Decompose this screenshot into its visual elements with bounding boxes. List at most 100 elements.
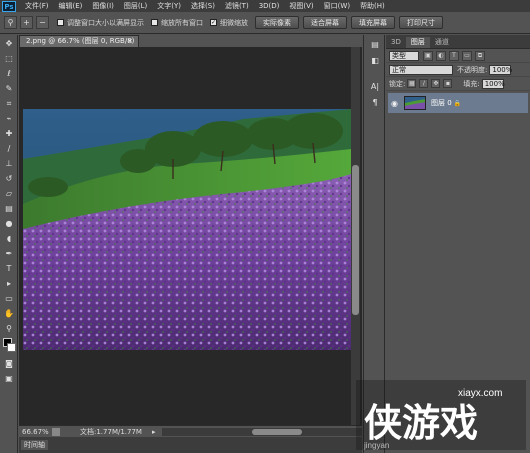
quick-mask-icon[interactable]: ◙ [2,357,16,370]
watermark-logo: xiayx.com 侠游戏 jingyan [356,380,526,450]
blend-mode-select[interactable]: 正常 [389,64,453,75]
tools-panel: ✥ ⬚ ℓ ✎ ⌗ ⌁ ✚ ∕ ⊥ ↺ ▱ ▤ ● ◖ ✒ T ▸ ▭ ✋ ⚲ … [0,35,18,453]
timeline-panel: 时间轴 [19,437,362,453]
layer-name[interactable]: 图层 0 [431,98,452,108]
eyedropper-tool-icon[interactable]: ⌁ [2,112,16,125]
zoom-in-icon[interactable]: + [20,16,33,29]
zoom-out-icon[interactable]: − [36,16,49,29]
properties-panel-icon[interactable]: ◧ [368,55,382,67]
lock-label: 锁定: [389,79,406,88]
pixel-filter-icon[interactable]: ▣ [423,50,433,61]
menu-help[interactable]: 帮助(H) [355,1,390,11]
path-select-tool-icon[interactable]: ▸ [2,277,16,290]
menu-edit[interactable]: 编辑(E) [54,1,88,11]
visibility-eye-icon[interactable]: ◉ [391,99,400,108]
brush-tool-icon[interactable]: ∕ [2,142,16,155]
menu-file[interactable]: 文件(F) [20,1,54,11]
menu-filter[interactable]: 滤镜(T) [220,1,254,11]
quick-select-tool-icon[interactable]: ✎ [2,82,16,95]
lock-transparent-icon[interactable]: ▦ [407,79,417,88]
actual-pixels-button[interactable]: 实际像素 [255,16,299,29]
status-menu-arrow-icon[interactable]: ▸ [152,428,156,436]
tab-channels[interactable]: 通道 [430,37,454,48]
tab-3d[interactable]: 3D [386,37,406,48]
layer-lock-icon: 🔒 [453,99,462,107]
zoom-tool-icon[interactable]: ⚲ [2,322,16,335]
screen-mode-icon[interactable]: ▣ [2,372,16,385]
history-brush-tool-icon[interactable]: ↺ [2,172,16,185]
lasso-tool-icon[interactable]: ℓ [2,67,16,80]
vertical-scroll-thumb[interactable] [352,165,359,315]
canvas-area[interactable] [19,47,362,425]
document-size: 文档:1.77M/1.77M [80,427,142,436]
adjustment-filter-icon[interactable]: ◐ [436,50,446,61]
scrubby-zoom-option[interactable]: ✓ 细微缩放 [210,18,248,28]
landscape-photo [23,109,351,350]
paragraph-panel-icon[interactable]: ¶ [368,97,382,109]
history-panel-icon[interactable]: ▤ [368,39,382,51]
zoom-all-option[interactable]: 缩放所有窗口 [151,18,203,28]
fill-field[interactable]: 100% [481,78,505,89]
type-filter-icon[interactable]: T [449,50,459,61]
resize-windows-checkbox[interactable] [57,19,64,26]
move-tool-icon[interactable]: ✥ [2,37,16,50]
menu-layer[interactable]: 图层(L) [119,1,152,11]
watermark-sub: jingyan [363,441,389,450]
clone-stamp-tool-icon[interactable]: ⊥ [2,157,16,170]
document-tab[interactable]: 2.png @ 66.7% (图层 0, RGB/8) × [19,35,139,47]
marquee-tool-icon[interactable]: ⬚ [2,52,16,65]
resize-windows-label: 调整窗口大小以满屏显示 [67,18,144,27]
lock-pixels-icon[interactable]: ∕ [419,79,429,88]
menu-select[interactable]: 选择(S) [186,1,220,11]
lock-row: 锁定: ▦ ∕ ✥ ▪ 填充: 100% [386,77,530,91]
menu-3d[interactable]: 3D(D) [254,2,285,10]
watermark-brand: 侠游戏 [364,401,478,445]
menu-bar: Ps 文件(F) 编辑(E) 图像(I) 图层(L) 文字(Y) 选择(S) 滤… [0,0,530,12]
resize-windows-option[interactable]: 调整窗口大小以满屏显示 [57,18,144,28]
hand-tool-icon[interactable]: ✋ [2,307,16,320]
shape-filter-icon[interactable]: ▭ [462,50,472,61]
opacity-field[interactable]: 100% [489,64,512,75]
horizontal-scrollbar[interactable] [161,427,362,436]
layer-row[interactable]: ◉ 图层 0 🔒 [388,93,528,113]
menu-image[interactable]: 图像(I) [87,1,119,11]
photoshop-logo: Ps [2,0,16,12]
dodge-tool-icon[interactable]: ◖ [2,232,16,245]
crop-tool-icon[interactable]: ⌗ [2,97,16,110]
lock-all-icon[interactable]: ▪ [443,79,453,88]
timeline-tab[interactable]: 时间轴 [21,440,48,450]
close-icon[interactable]: × [127,36,133,47]
fit-screen-button[interactable]: 适合屏幕 [303,16,347,29]
gradient-tool-icon[interactable]: ▤ [2,202,16,215]
layer-filter-row: 类型 ▣ ◐ T ▭ ⧉ [386,49,530,63]
type-tool-icon[interactable]: T [2,262,16,275]
watermark-url: xiayx.com [458,388,502,399]
print-size-button[interactable]: 打印尺寸 [399,16,443,29]
horizontal-scroll-thumb[interactable] [251,428,302,435]
vertical-scrollbar[interactable] [351,47,360,425]
scrubby-zoom-checkbox[interactable]: ✓ [210,19,217,26]
menu-view[interactable]: 视图(V) [284,1,318,11]
shape-tool-icon[interactable]: ▭ [2,292,16,305]
healing-brush-tool-icon[interactable]: ✚ [2,127,16,140]
eraser-tool-icon[interactable]: ▱ [2,187,16,200]
info-icon[interactable] [52,427,60,436]
tab-layers[interactable]: 图层 [405,37,430,48]
pen-tool-icon[interactable]: ✒ [2,247,16,260]
blur-tool-icon[interactable]: ● [2,217,16,230]
character-panel-icon[interactable]: A| [368,81,382,93]
smart-object-filter-icon[interactable]: ⧉ [475,50,485,61]
blend-row: 正常 不透明度: 100% [386,63,530,77]
fill-screen-button[interactable]: 填充屏幕 [351,16,395,29]
lock-position-icon[interactable]: ✥ [431,79,441,88]
kind-filter-select[interactable]: 类型 [389,50,419,61]
zoom-icon[interactable]: ⚲ [4,16,17,29]
color-swatches-icon[interactable] [2,337,16,355]
menu-window[interactable]: 窗口(W) [319,1,355,11]
menu-type[interactable]: 文字(Y) [152,1,186,11]
zoom-all-checkbox[interactable] [151,19,158,26]
watermark-graphic: xiayx.com 侠游戏 jingyan [356,380,526,450]
status-bar: 66.67% 文档:1.77M/1.77M ▸ [19,425,362,437]
zoom-all-label: 缩放所有窗口 [161,18,203,27]
zoom-level[interactable]: 66.67% [22,428,52,436]
